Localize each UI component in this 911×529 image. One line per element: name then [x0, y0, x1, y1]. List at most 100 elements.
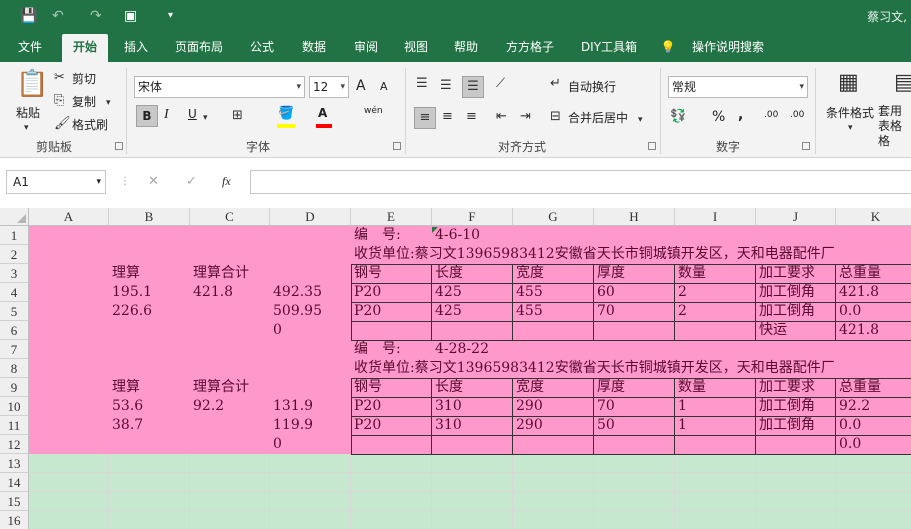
- row-header[interactable]: 15: [0, 492, 29, 511]
- cell-D11[interactable]: 119.9: [270, 416, 351, 435]
- merge-center-button[interactable]: 合并后居中: [568, 109, 628, 126]
- cell-B3[interactable]: 理算: [109, 264, 190, 283]
- table-cell[interactable]: 70: [594, 397, 675, 416]
- table-header-cell[interactable]: 宽度: [513, 378, 594, 397]
- cell-C3[interactable]: 理算合计: [190, 264, 270, 283]
- cell-E2[interactable]: 收货单位:蔡习文13965983412安徽省天长市铜城镇开发区，天和电器配件厂: [351, 245, 911, 264]
- percent-button[interactable]: %: [712, 109, 725, 125]
- table-cell[interactable]: 加工倒角: [756, 416, 836, 435]
- row-header[interactable]: 9: [0, 378, 29, 397]
- row-header[interactable]: 6: [0, 321, 29, 340]
- conditional-format-button[interactable]: 条件格式: [826, 104, 874, 121]
- tab-formulas[interactable]: 公式: [240, 34, 284, 62]
- customize-toolbar-icon[interactable]: ▾: [168, 6, 173, 26]
- table-cell[interactable]: 加工倒角: [756, 302, 836, 321]
- table-header-cell[interactable]: 数量: [675, 264, 756, 283]
- tell-me-search[interactable]: 操作说明搜索: [686, 34, 770, 62]
- cell-E7[interactable]: 编 号:: [351, 340, 432, 359]
- table-cell[interactable]: P20: [351, 302, 432, 321]
- column-header[interactable]: A: [29, 208, 109, 226]
- increase-decimal-button[interactable]: .00: [764, 110, 778, 120]
- font-color-button[interactable]: A: [318, 106, 327, 120]
- paste-button[interactable]: 粘贴: [16, 104, 40, 121]
- align-right-icon[interactable]: ≡: [466, 109, 477, 125]
- column-header[interactable]: D: [270, 208, 351, 226]
- table-cell[interactable]: 425: [432, 302, 513, 321]
- cell-B5[interactable]: 226.6: [109, 302, 190, 321]
- cancel-icon[interactable]: ✕: [148, 174, 159, 190]
- table-cell[interactable]: [756, 435, 836, 454]
- underline-button[interactable]: U: [188, 107, 197, 121]
- row-header[interactable]: 5: [0, 302, 29, 321]
- wrap-text-icon[interactable]: ↵: [550, 76, 561, 92]
- decrease-decimal-button[interactable]: .00: [790, 110, 804, 120]
- print-preview-icon[interactable]: ▣: [124, 6, 137, 26]
- table-cell[interactable]: 加工倒角: [756, 283, 836, 302]
- format-painter-button[interactable]: 格式刷: [72, 116, 108, 133]
- increase-indent-icon[interactable]: ⇥: [520, 109, 531, 125]
- table-cell[interactable]: 加工倒角: [756, 397, 836, 416]
- cut-button[interactable]: 剪切: [72, 70, 96, 87]
- table-cell[interactable]: 92.2: [836, 397, 911, 416]
- table-cell[interactable]: 0.0: [836, 302, 911, 321]
- tab-fangfang[interactable]: 方方格子: [498, 34, 562, 62]
- cell-D12[interactable]: 0: [270, 435, 351, 454]
- orientation-icon[interactable]: ⟋: [496, 76, 505, 92]
- table-header-cell[interactable]: 加工要求: [756, 378, 836, 397]
- table-header-cell[interactable]: 加工要求: [756, 264, 836, 283]
- table-header-cell[interactable]: 钢号: [351, 264, 432, 283]
- column-header[interactable]: I: [675, 208, 756, 226]
- row-header[interactable]: 1: [0, 226, 29, 245]
- align-top-icon[interactable]: ☰: [416, 76, 428, 92]
- column-header[interactable]: G: [513, 208, 594, 226]
- table-cell[interactable]: 70: [594, 302, 675, 321]
- column-header[interactable]: E: [351, 208, 432, 226]
- row-header[interactable]: 8: [0, 359, 29, 378]
- user-name[interactable]: 蔡习文,: [867, 8, 907, 25]
- table-cell[interactable]: P20: [351, 283, 432, 302]
- row-header[interactable]: 4: [0, 283, 29, 302]
- row-header[interactable]: 14: [0, 473, 29, 492]
- table-cell[interactable]: P20: [351, 397, 432, 416]
- align-center-icon[interactable]: ≡: [442, 109, 453, 125]
- copy-icon[interactable]: ⎘: [54, 93, 64, 109]
- column-header[interactable]: H: [594, 208, 675, 226]
- align-left-icon[interactable]: ≡: [414, 107, 436, 129]
- redo-icon[interactable]: ↷: [90, 6, 102, 26]
- table-cell[interactable]: 290: [513, 397, 594, 416]
- table-header-cell[interactable]: 厚度: [594, 264, 675, 283]
- cell-B10[interactable]: 53.6: [109, 397, 190, 416]
- table-cell[interactable]: 快运: [756, 321, 836, 340]
- table-header-cell[interactable]: 长度: [432, 264, 513, 283]
- row-header[interactable]: 7: [0, 340, 29, 359]
- table-cell[interactable]: 60: [594, 283, 675, 302]
- table-header-cell[interactable]: 厚度: [594, 378, 675, 397]
- row-header[interactable]: 13: [0, 454, 29, 473]
- font-name-select[interactable]: 宋体 ▾: [134, 76, 305, 98]
- cut-icon[interactable]: ✂: [54, 70, 65, 86]
- table-cell[interactable]: 1: [675, 397, 756, 416]
- copy-button[interactable]: 复制: [72, 93, 96, 110]
- tab-insert[interactable]: 插入: [114, 34, 158, 62]
- cell-D10[interactable]: 131.9: [270, 397, 351, 416]
- cell-C10[interactable]: 92.2: [190, 397, 270, 416]
- undo-icon[interactable]: ↶: [52, 6, 64, 26]
- number-launcher-icon[interactable]: [802, 142, 810, 150]
- number-format-select[interactable]: 常规 ▾: [668, 76, 808, 98]
- table-cell[interactable]: 2: [675, 302, 756, 321]
- paste-icon[interactable]: 📋: [16, 70, 48, 98]
- table-cell[interactable]: 310: [432, 416, 513, 435]
- select-all-corner[interactable]: [0, 208, 29, 226]
- cell-F1[interactable]: 4-6-10: [432, 226, 513, 245]
- grow-font-button[interactable]: A: [356, 78, 366, 94]
- merge-dropdown-icon[interactable]: ▾: [638, 112, 643, 128]
- cell-E8[interactable]: 收货单位:蔡习文13965983412安徽省天长市铜城镇开发区，天和电器配件厂: [351, 359, 911, 378]
- row-header[interactable]: 11: [0, 416, 29, 435]
- table-cell[interactable]: 0.0: [836, 416, 911, 435]
- cell-D6[interactable]: 0: [270, 321, 351, 340]
- table-header-cell[interactable]: 钢号: [351, 378, 432, 397]
- tab-diy-toolbox[interactable]: DIY工具箱: [574, 34, 644, 62]
- table-cell[interactable]: 50: [594, 416, 675, 435]
- table-header-cell[interactable]: 总重量: [836, 378, 911, 397]
- tab-file[interactable]: 文件: [8, 34, 52, 62]
